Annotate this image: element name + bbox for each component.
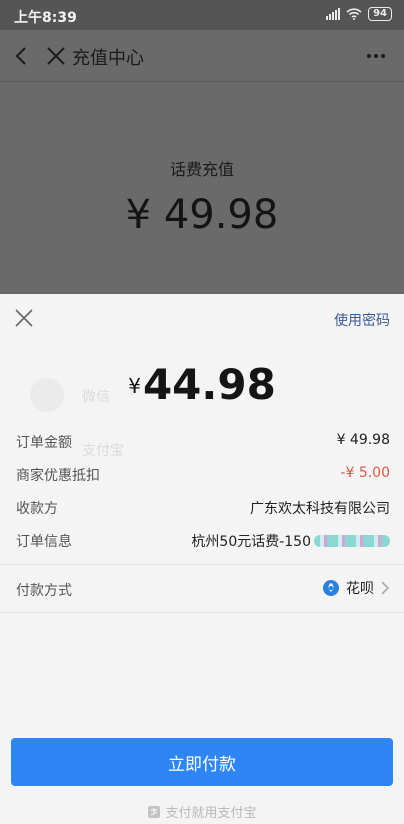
redacted-number (314, 535, 390, 547)
pay-amount-value: 44.98 (142, 360, 276, 409)
wifi-icon (346, 8, 362, 20)
order-info-value: 杭州50元话费-150 (191, 534, 311, 550)
merchant-discount-value: -¥ 5.00 (340, 465, 390, 481)
pay-method-value: 花呗 (346, 581, 374, 597)
close-icon[interactable] (44, 44, 68, 68)
footer-text: 支付就用支付宝 (165, 806, 257, 821)
page-title: 充值中心 (72, 48, 144, 69)
payee-label: 收款方 (16, 501, 58, 517)
status-icons: 94 (326, 7, 392, 21)
recharge-summary: 话费充值 ¥ 49.98 (0, 82, 404, 294)
payment-sheet: 使用密码 微信 支付宝 ¥44.98 订单金额 ¥ 49.98 商家优惠抵扣 -… (0, 294, 404, 824)
divider (0, 612, 404, 613)
alipay-icon (148, 806, 161, 818)
order-amount-label: 订单金额 (16, 435, 72, 451)
pay-amount: ¥44.98 (0, 360, 404, 409)
signal-icon (326, 8, 341, 20)
chevron-right-icon (381, 581, 390, 595)
status-time: 上午8:39 (14, 10, 77, 26)
footer: 支付就用支付宝 (0, 802, 404, 821)
merchant-discount-row: 商家优惠抵扣 -¥ 5.00 (16, 465, 390, 487)
battery-icon: 94 (368, 7, 392, 21)
use-password-link[interactable]: 使用密码 (334, 310, 390, 330)
back-arrow-icon[interactable] (10, 44, 34, 68)
divider (0, 564, 404, 565)
order-amount-row: 订单金额 ¥ 49.98 (16, 432, 390, 454)
pay-now-button[interactable]: 立即付款 (11, 738, 393, 786)
pay-method-label: 付款方式 (16, 583, 72, 599)
payee-value: 广东欢太科技有限公司 (250, 501, 390, 517)
pay-amount-currency: ¥ (128, 374, 141, 398)
order-info-row: 订单信息 杭州50元话费-150 (16, 531, 390, 553)
close-sheet-icon[interactable] (13, 307, 35, 329)
nav-bar: 充值中心 (0, 30, 404, 82)
huabei-icon (323, 580, 339, 596)
pay-method-selector[interactable]: 花呗 (322, 578, 390, 598)
recharge-label: 话费充值 (169, 160, 234, 179)
order-info-value-wrap: 杭州50元话费-150 (191, 531, 390, 551)
pay-method-row[interactable]: 付款方式 花呗 (16, 578, 390, 602)
payee-row: 收款方 广东欢太科技有限公司 (16, 498, 390, 520)
more-options-icon[interactable] (364, 44, 388, 68)
order-info-label: 订单信息 (16, 534, 72, 550)
order-amount-value: ¥ 49.98 (336, 432, 390, 448)
status-bar: 上午8:39 94 (0, 0, 404, 30)
merchant-discount-label: 商家优惠抵扣 (16, 468, 100, 484)
recharge-amount: ¥ 49.98 (125, 192, 279, 238)
